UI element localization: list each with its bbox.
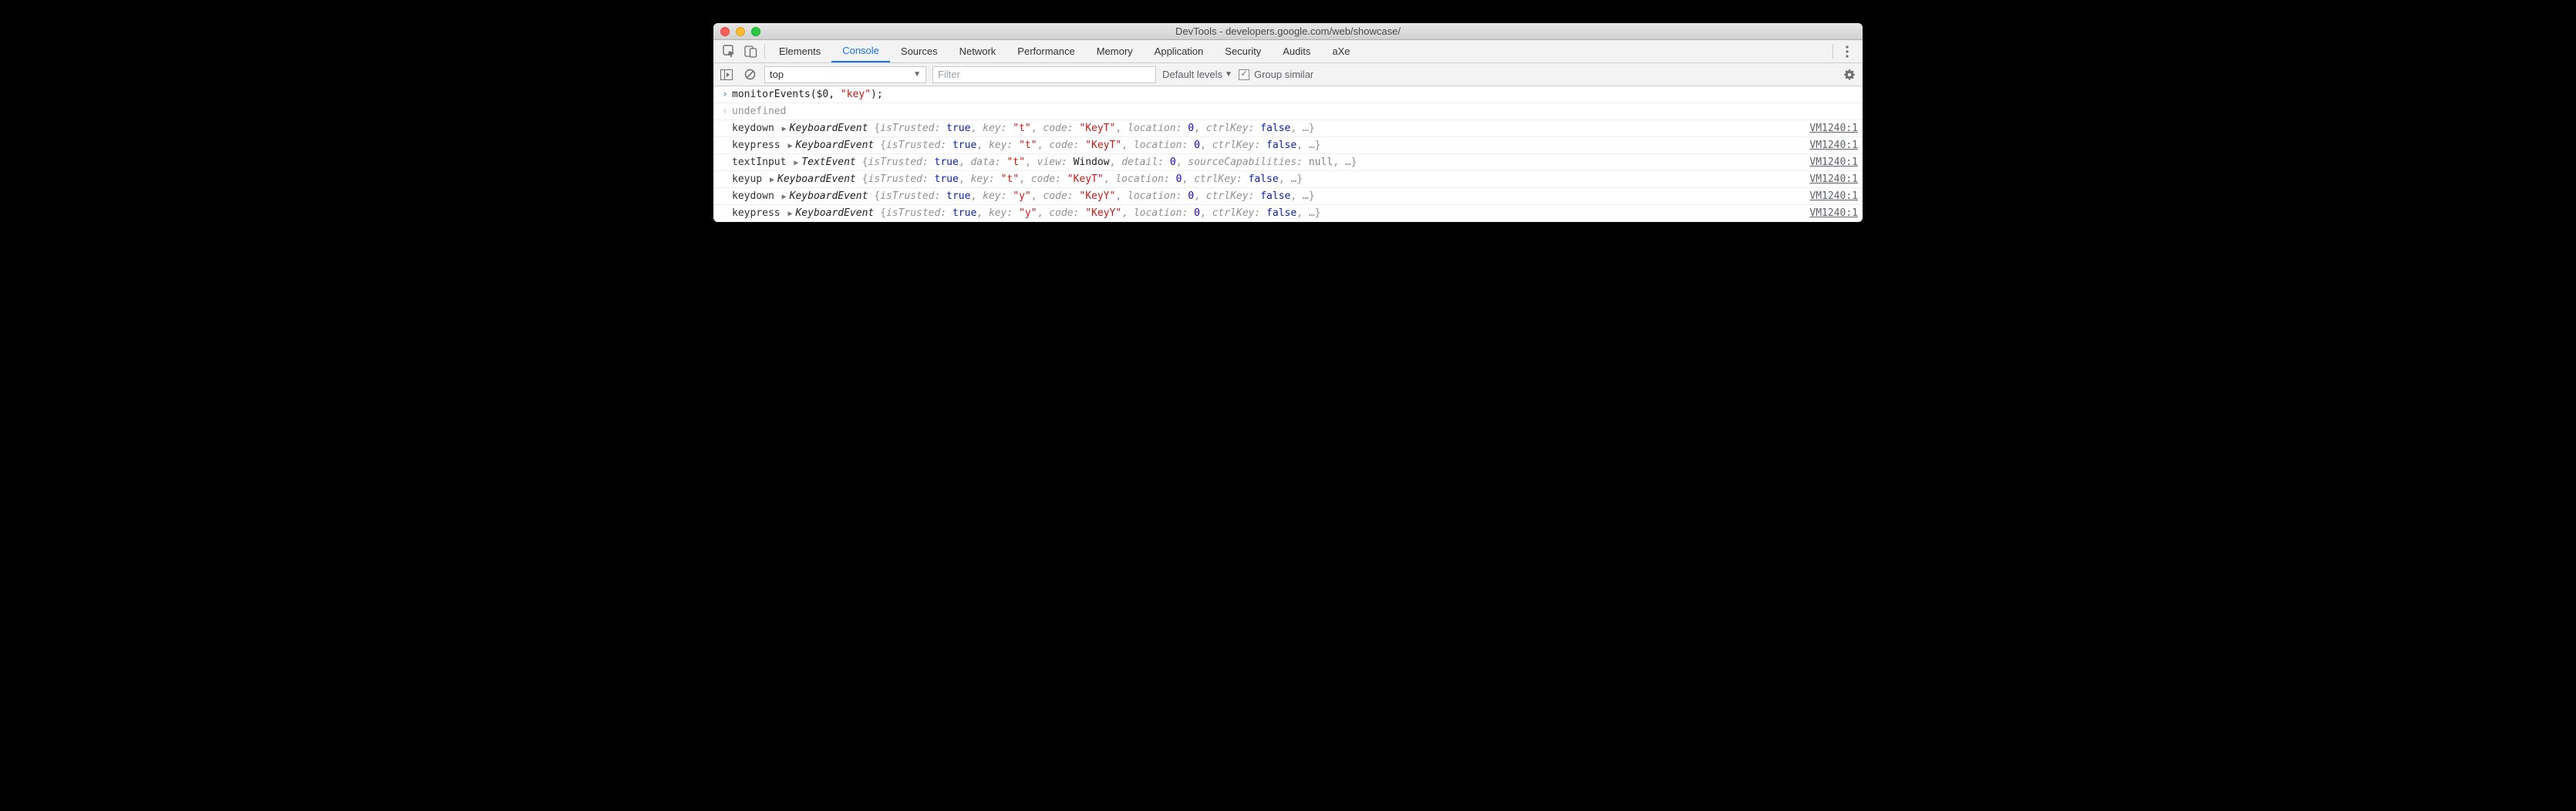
tab-axe[interactable]: aXe	[1321, 40, 1360, 62]
clear-console-icon[interactable]	[741, 69, 758, 80]
tab-application[interactable]: Application	[1144, 40, 1215, 62]
filter-input[interactable]	[932, 66, 1156, 83]
console-input-text: monitorEvents($0, "key");	[732, 89, 1858, 100]
console-return-row: ‹ undefined	[713, 103, 1863, 120]
chevron-down-icon: ▼	[1225, 70, 1232, 79]
disclosure-triangle-icon[interactable]: ▶	[787, 142, 792, 150]
log-body: keydown ▶KeyboardEvent {isTrusted: true,…	[732, 123, 1794, 134]
log-body: keypress ▶KeyboardEvent {isTrusted: true…	[732, 207, 1794, 219]
source-link[interactable]: VM1240:1	[1794, 190, 1858, 202]
event-name: keydown	[732, 123, 774, 134]
chevron-down-icon: ▼	[913, 70, 921, 79]
log-levels-selector[interactable]: Default levels ▼	[1162, 69, 1232, 80]
event-class: KeyboardEvent	[790, 190, 875, 202]
tab-sources[interactable]: Sources	[890, 40, 949, 62]
log-row: keydown ▶KeyboardEvent {isTrusted: true,…	[713, 188, 1863, 205]
console-input-row[interactable]: › monitorEvents($0, "key");	[713, 86, 1863, 103]
log-body: keypress ▶KeyboardEvent {isTrusted: true…	[732, 140, 1794, 151]
source-link[interactable]: VM1240:1	[1794, 140, 1858, 151]
disclosure-triangle-icon[interactable]: ▶	[782, 125, 787, 133]
checkbox-icon: ✓	[1239, 69, 1249, 80]
tab-network[interactable]: Network	[949, 40, 1007, 62]
console-toolbar: top ▼ Default levels ▼ ✓ Group similar	[713, 63, 1863, 86]
device-toolbar-icon[interactable]	[740, 40, 761, 62]
disclosure-triangle-icon[interactable]: ▶	[782, 193, 787, 201]
tab-console[interactable]: Console	[831, 40, 890, 62]
event-class: KeyboardEvent	[795, 207, 880, 219]
tab-memory[interactable]: Memory	[1086, 40, 1144, 62]
event-name: keypress	[732, 140, 781, 151]
event-class: TextEvent	[801, 156, 861, 168]
tab-elements[interactable]: Elements	[768, 40, 831, 62]
tab-audits[interactable]: Audits	[1272, 40, 1321, 62]
disclosure-triangle-icon[interactable]: ▶	[794, 159, 798, 167]
prompt-icon: ›	[718, 89, 732, 100]
event-class: KeyboardEvent	[790, 123, 875, 134]
event-name: keydown	[732, 190, 774, 202]
event-name: keypress	[732, 207, 781, 219]
event-name: textInput	[732, 156, 786, 168]
context-selector-value: top	[770, 69, 784, 80]
group-similar-label: Group similar	[1254, 69, 1313, 80]
return-value: undefined	[732, 106, 1858, 117]
log-body: textInput ▶TextEvent {isTrusted: true, d…	[732, 156, 1794, 168]
log-row: keydown ▶KeyboardEvent {isTrusted: true,…	[713, 120, 1863, 137]
source-link[interactable]: VM1240:1	[1794, 156, 1858, 168]
log-levels-label: Default levels	[1162, 69, 1222, 80]
log-row: keypress ▶KeyboardEvent {isTrusted: true…	[713, 205, 1863, 222]
inspect-element-icon[interactable]	[718, 40, 740, 62]
log-row: keypress ▶KeyboardEvent {isTrusted: true…	[713, 137, 1863, 154]
settings-icon[interactable]	[1841, 69, 1858, 81]
source-link[interactable]: VM1240:1	[1794, 173, 1858, 185]
log-row: keyup ▶KeyboardEvent {isTrusted: true, k…	[713, 171, 1863, 188]
event-class: KeyboardEvent	[795, 140, 880, 151]
disclosure-triangle-icon[interactable]: ▶	[770, 176, 774, 184]
tab-performance[interactable]: Performance	[1006, 40, 1085, 62]
window-title: DevTools - developers.google.com/web/sho…	[713, 25, 1863, 37]
source-link[interactable]: VM1240:1	[1794, 207, 1858, 219]
log-row: textInput ▶TextEvent {isTrusted: true, d…	[713, 154, 1863, 171]
tab-security[interactable]: Security	[1214, 40, 1272, 62]
disclosure-triangle-icon[interactable]: ▶	[787, 210, 792, 218]
titlebar: DevTools - developers.google.com/web/sho…	[713, 23, 1863, 40]
event-name: keyup	[732, 173, 762, 185]
more-menu-icon[interactable]	[1836, 40, 1858, 62]
log-body: keyup ▶KeyboardEvent {isTrusted: true, k…	[732, 173, 1794, 185]
console-output: › monitorEvents($0, "key"); ‹ undefined …	[713, 86, 1863, 222]
group-similar-toggle[interactable]: ✓ Group similar	[1239, 69, 1313, 80]
context-selector[interactable]: top ▼	[764, 66, 926, 83]
event-class: KeyboardEvent	[777, 173, 862, 185]
log-body: keydown ▶KeyboardEvent {isTrusted: true,…	[732, 190, 1794, 202]
return-icon: ‹	[718, 106, 732, 117]
sidebar-toggle-icon[interactable]	[718, 69, 735, 80]
devtools-window: DevTools - developers.google.com/web/sho…	[713, 23, 1863, 222]
panel-tabs: ElementsConsoleSourcesNetworkPerformance…	[713, 40, 1863, 63]
source-link[interactable]: VM1240:1	[1794, 123, 1858, 134]
